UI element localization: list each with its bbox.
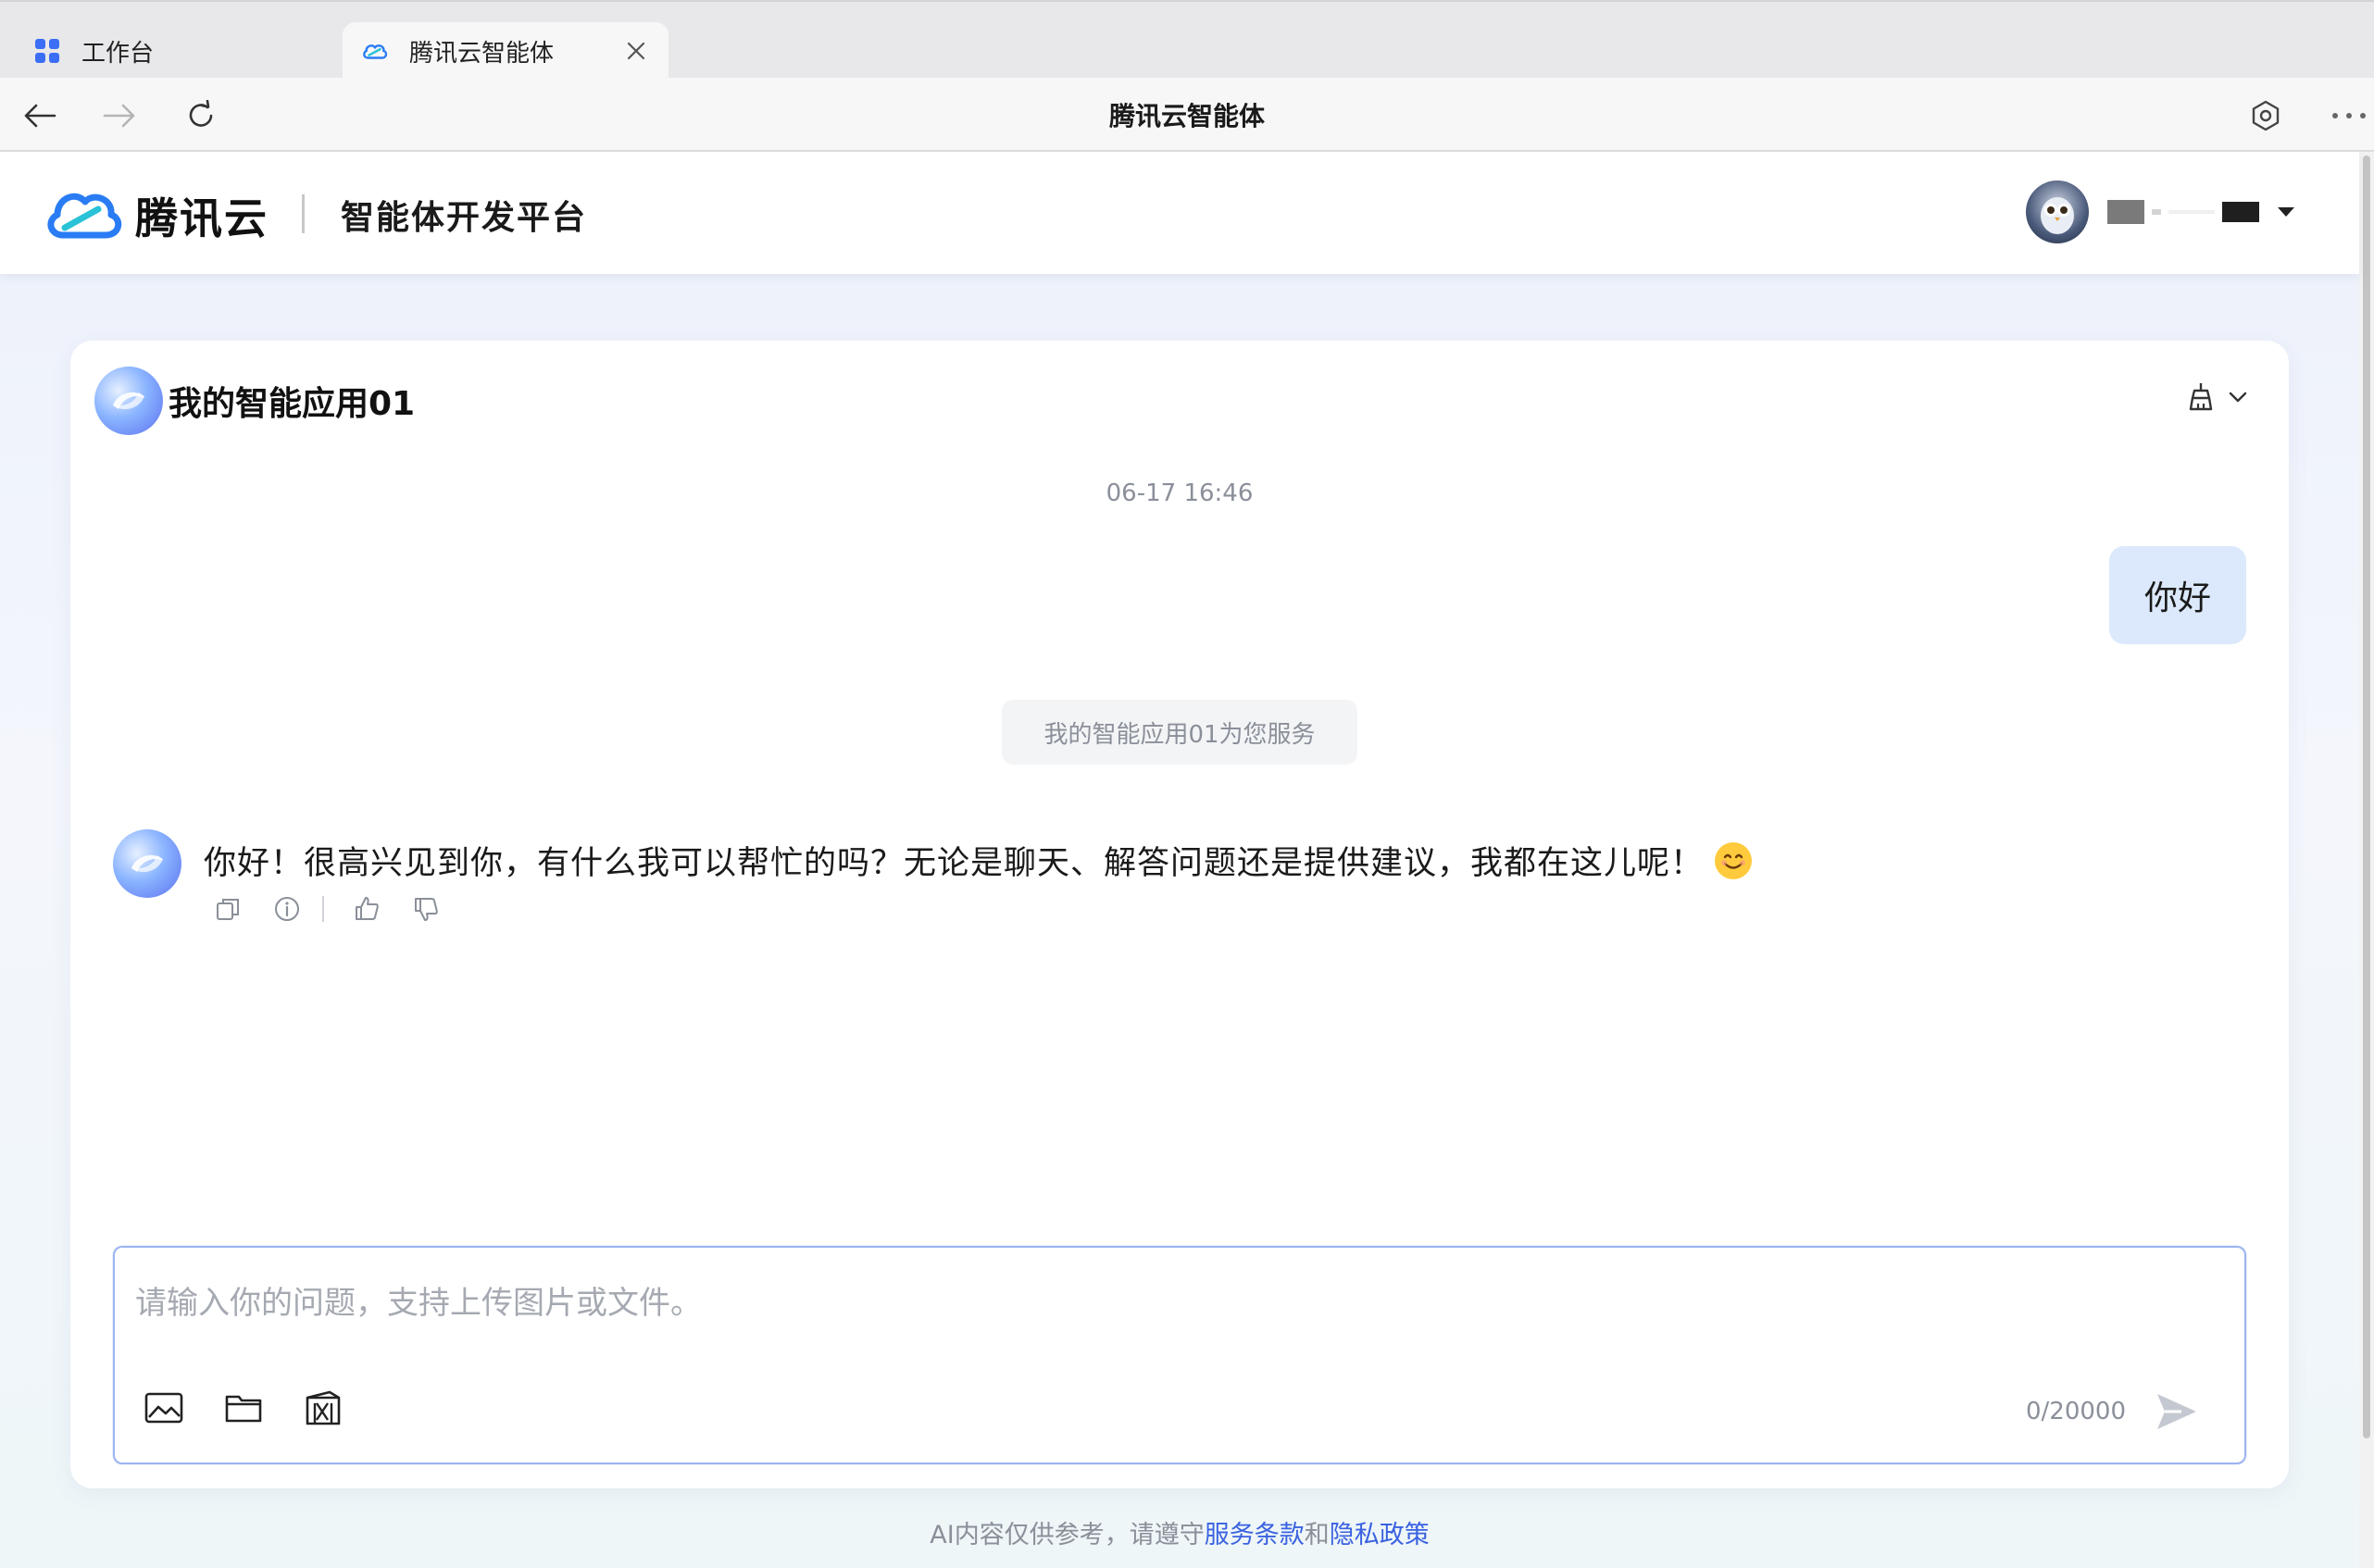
chevron-down-icon	[2228, 390, 2248, 407]
privacy-link[interactable]: 隐私政策	[1330, 1521, 1430, 1549]
browser-tab-strip: 工作台 腾讯云智能体	[0, 0, 2374, 80]
tencent-cloud-icon	[44, 185, 122, 246]
masked-username	[2107, 200, 2259, 224]
chat-input-box: 0/20000	[113, 1246, 2246, 1464]
user-menu[interactable]	[2026, 180, 2294, 244]
thumbs-down-icon[interactable]	[409, 892, 443, 926]
platform-name: 智能体开发平台	[341, 199, 588, 237]
agent-logo-icon	[94, 367, 163, 435]
knowledge-base-icon[interactable]	[302, 1387, 344, 1429]
user-message-bubble: 你好	[2109, 546, 2246, 644]
copy-icon[interactable]	[211, 892, 244, 926]
page-scrollbar[interactable]	[2359, 152, 2374, 1568]
chat-header: 我的智能应用01	[94, 367, 415, 435]
app-name: 我的智能应用01	[169, 385, 416, 423]
tab-label: 工作台	[81, 39, 155, 68]
broom-icon	[2187, 381, 2215, 415]
bot-message-content: 你好！很高兴见到你，有什么我可以帮忙的吗？无论是聊天、解答问题还是提供建议，我都…	[204, 845, 1705, 882]
service-notice: 我的智能应用01为您服务	[1002, 700, 1357, 765]
footer-disclaimer: AI内容仅供参考，请遵守服务条款和隐私政策	[0, 1514, 2359, 1550]
tab-tencent-agent[interactable]: 腾讯云智能体	[343, 22, 668, 80]
thumbs-up-icon[interactable]	[350, 892, 383, 926]
cloud-logo-icon	[361, 37, 389, 65]
caret-down-icon	[2278, 207, 2294, 217]
scrollbar-thumb[interactable]	[2363, 156, 2370, 1438]
send-button[interactable]	[2152, 1387, 2202, 1437]
grid-apps-icon	[33, 37, 61, 65]
info-icon[interactable]	[270, 892, 304, 926]
browser-toolbar: 腾讯云智能体	[0, 78, 2374, 152]
agent-avatar-icon	[113, 829, 181, 898]
extension-hexagon-icon[interactable]	[2244, 94, 2287, 137]
brand-logo[interactable]: 腾讯云	[44, 185, 269, 246]
app-header: 腾讯云 智能体开发平台	[0, 152, 2359, 274]
message-timestamp: 06-17 16:46	[1106, 479, 1254, 507]
page-title: 腾讯云智能体	[1108, 101, 1265, 131]
avatar	[2026, 180, 2089, 243]
action-divider	[322, 896, 324, 922]
tab-workbench[interactable]: 工作台	[33, 22, 330, 80]
upload-folder-icon[interactable]	[222, 1387, 265, 1429]
clear-chat-dropdown[interactable]	[2187, 381, 2248, 415]
terms-link[interactable]: 服务条款	[1205, 1521, 1305, 1549]
header-divider	[302, 194, 305, 233]
bot-message: 你好！很高兴见到你，有什么我可以帮忙的吗？无论是聊天、解答问题还是提供建议，我都…	[113, 829, 1753, 898]
bot-message-text: 你好！很高兴见到你，有什么我可以帮忙的吗？无论是聊天、解答问题还是提供建议，我都…	[204, 837, 1753, 884]
question-input[interactable]	[135, 1276, 2172, 1331]
tab-label: 腾讯云智能体	[409, 39, 555, 68]
chat-card: 我的智能应用01 06-17 16:46 你好 我的智能应用01为您服务 你好！…	[70, 341, 2289, 1488]
close-tab-icon[interactable]	[620, 35, 652, 67]
footer-text: AI内容仅供参考，请遵守	[930, 1521, 1205, 1549]
footer-and: 和	[1304, 1521, 1330, 1549]
input-tools	[143, 1387, 344, 1429]
message-actions	[211, 892, 469, 926]
smile-emoji-icon	[1715, 842, 1753, 879]
brand-name: 腾讯云	[135, 193, 269, 243]
upload-image-icon[interactable]	[143, 1387, 185, 1429]
character-counter: 0/20000	[2025, 1398, 2126, 1425]
more-options-icon[interactable]	[2328, 94, 2370, 137]
